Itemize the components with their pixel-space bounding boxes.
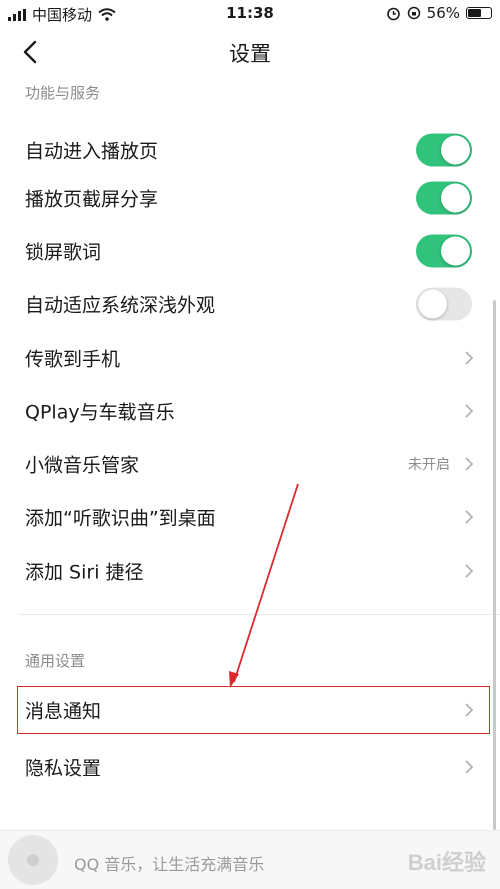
scrollbar[interactable] bbox=[493, 300, 496, 830]
watermark-logo: Bai经验 bbox=[407, 850, 486, 875]
annotation-arrow-icon bbox=[229, 483, 299, 688]
mini-player[interactable]: QQ 音乐，让生活充满音乐 Bai经验 bbox=[0, 830, 500, 889]
player-slogan: QQ 音乐，让生活充满音乐 bbox=[74, 855, 265, 874]
album-disc-icon[interactable] bbox=[8, 835, 58, 885]
